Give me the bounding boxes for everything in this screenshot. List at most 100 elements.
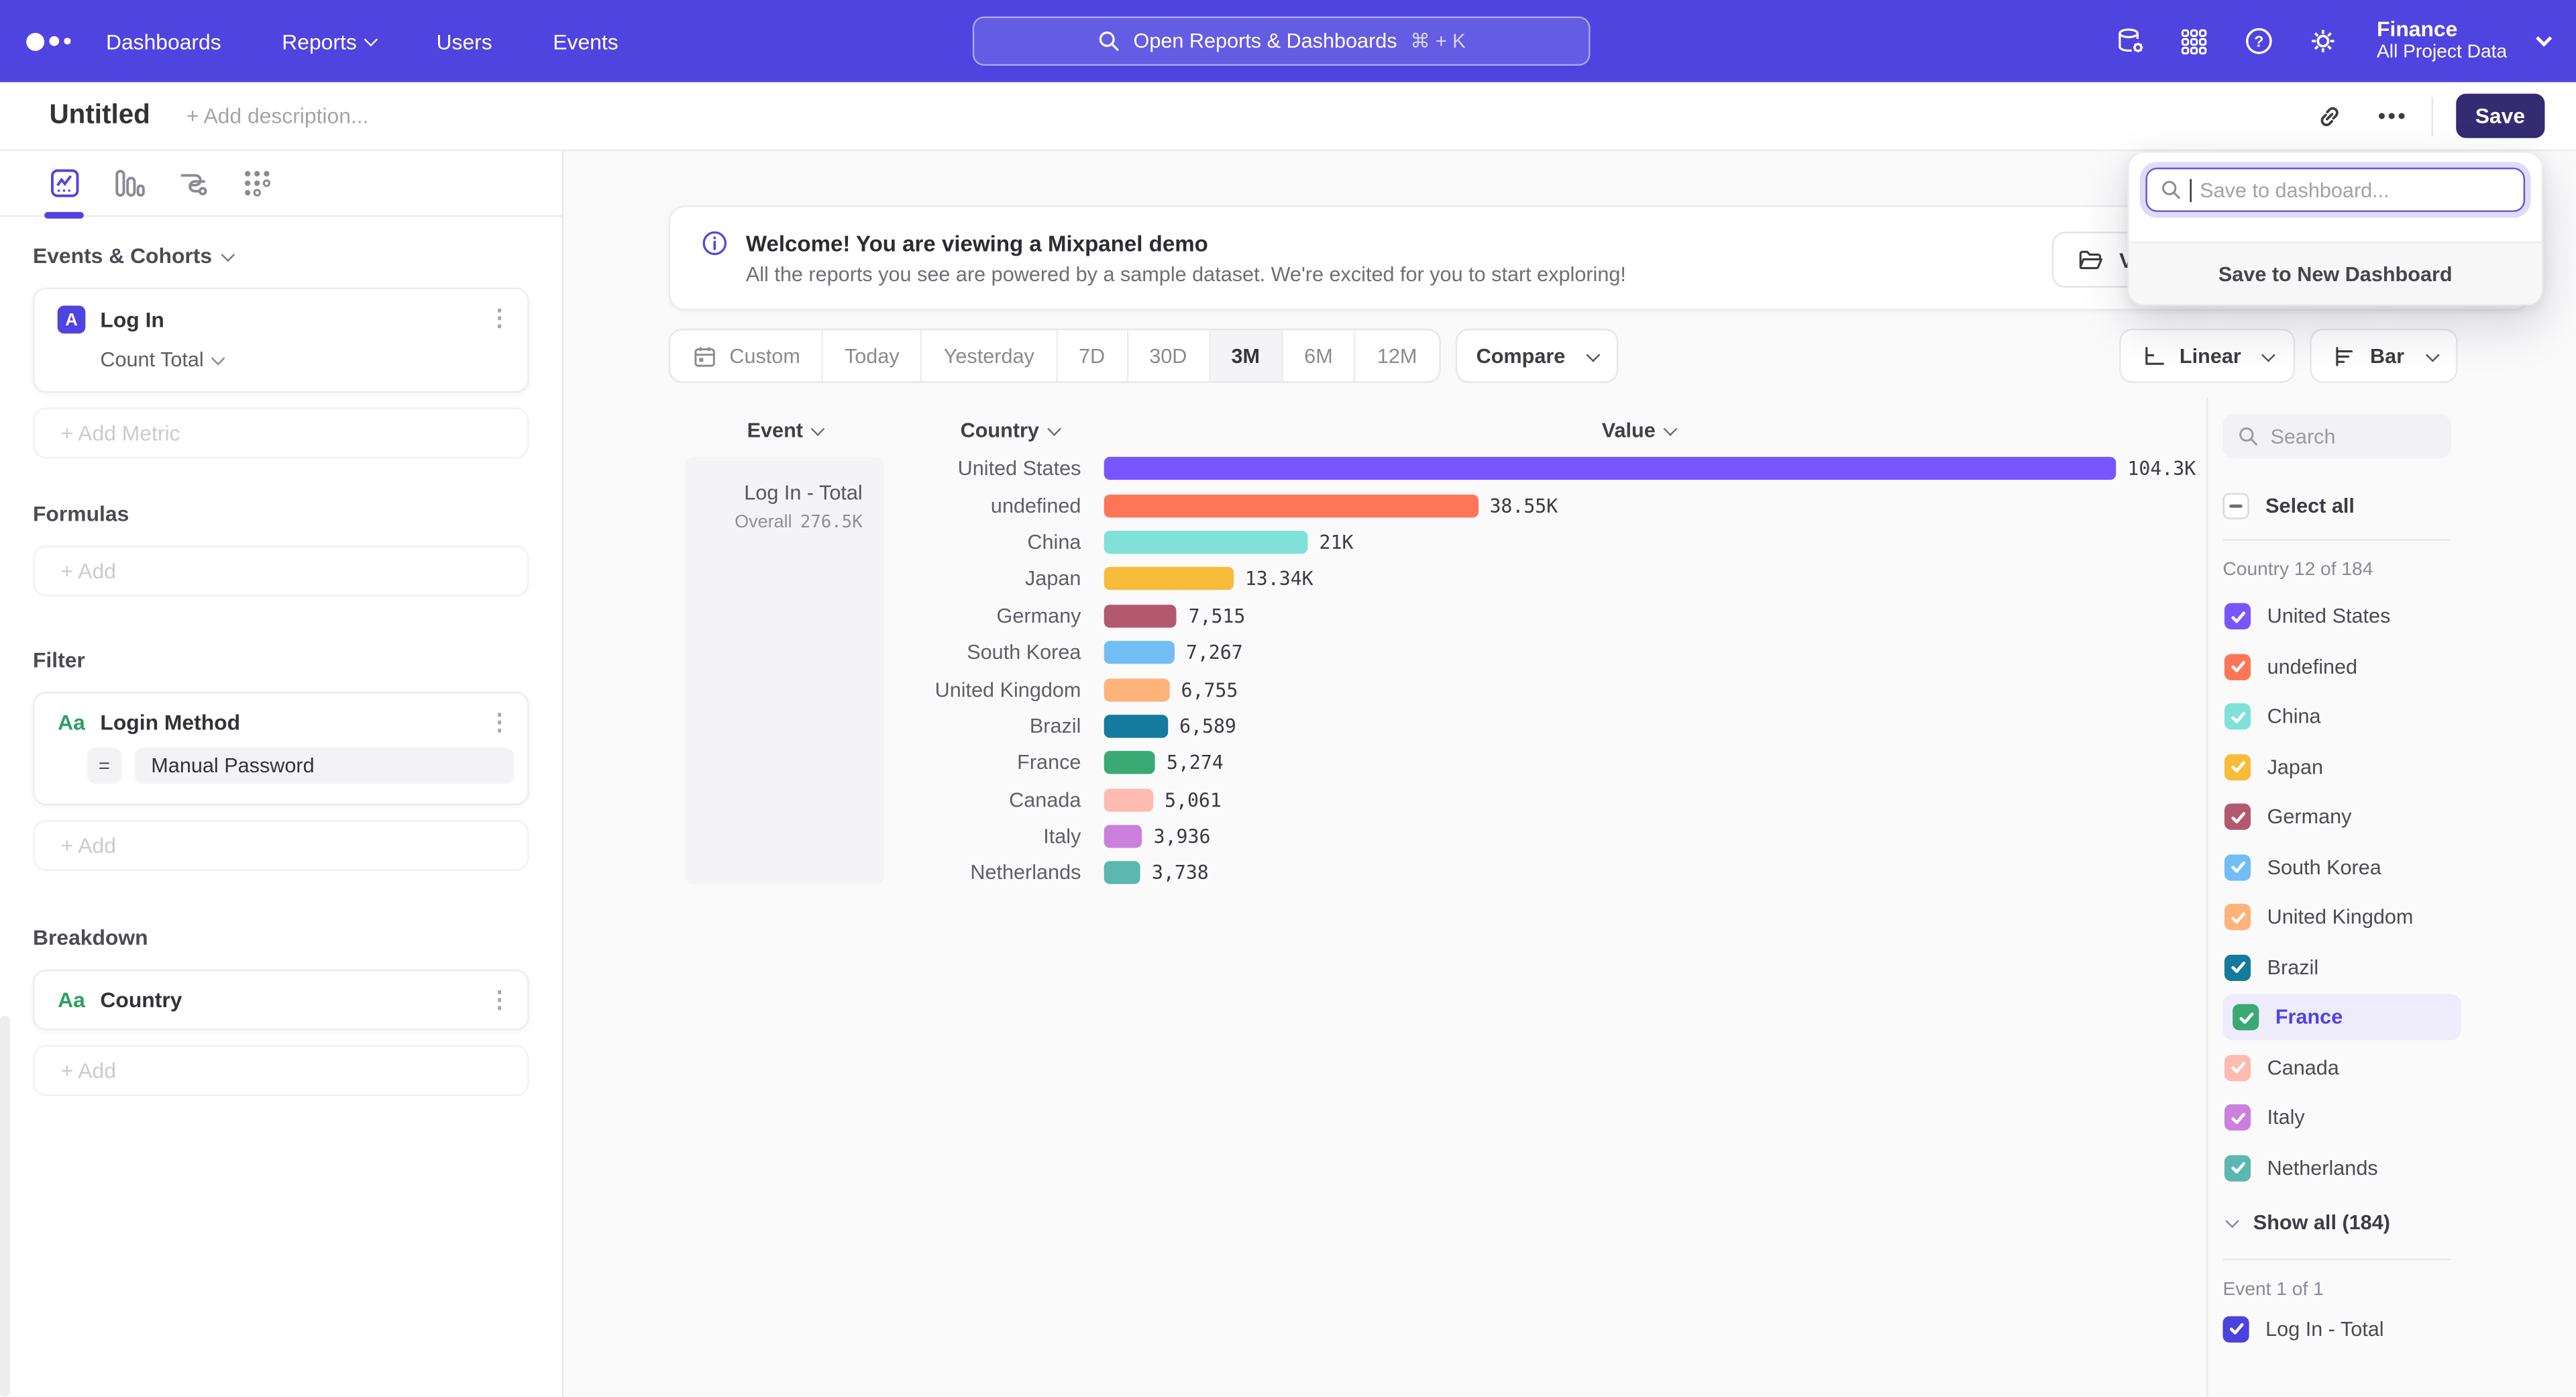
date-range-3m[interactable]: 3M xyxy=(1210,330,1283,381)
add-description-button[interactable]: + Add description... xyxy=(186,103,369,128)
select-all-checkbox[interactable] xyxy=(2222,493,2249,519)
bar-united-states[interactable] xyxy=(1104,457,2116,480)
legend-item-south-korea[interactable]: South Korea xyxy=(2222,844,2456,890)
chart-row-france: France5,274 xyxy=(564,745,2206,782)
event-checkbox[interactable] xyxy=(2222,1315,2249,1341)
metric-aggregation-dropdown[interactable]: Count Total xyxy=(100,348,504,371)
metric-card[interactable]: A Log In ⋮ Count Total xyxy=(33,288,529,393)
project-switcher[interactable]: Finance All Project Data xyxy=(2377,18,2507,64)
filter-value-input[interactable]: Manual Password xyxy=(135,747,515,784)
add-breakdown-button[interactable]: + Add xyxy=(33,1045,529,1096)
breakdown-kebab-menu-icon[interactable]: ⋮ xyxy=(488,988,511,1011)
legend-item-japan[interactable]: Japan xyxy=(2222,743,2456,790)
tab-insights[interactable] xyxy=(46,165,83,201)
help-icon[interactable]: ? xyxy=(2242,25,2275,58)
add-metric-button[interactable]: + Add Metric xyxy=(33,407,529,458)
select-all-row[interactable]: Select all xyxy=(2222,493,2576,519)
legend-item-france[interactable]: France xyxy=(2222,994,2461,1041)
report-title[interactable]: Untitled xyxy=(49,100,150,132)
filter-property-name[interactable]: Login Method xyxy=(100,710,240,735)
legend-item-italy[interactable]: Italy xyxy=(2222,1094,2456,1141)
legend-item-undefined[interactable]: undefined xyxy=(2222,643,2456,690)
add-filter-button[interactable]: + Add xyxy=(33,820,529,871)
show-all-button[interactable]: Show all (184) xyxy=(2222,1210,2576,1233)
bar-south-korea[interactable] xyxy=(1104,641,1175,664)
column-header-value[interactable]: Value xyxy=(1602,419,1674,442)
bar-germany[interactable] xyxy=(1104,605,1177,627)
legend-checkbox[interactable] xyxy=(2224,804,2251,830)
legend-item-canada[interactable]: Canada xyxy=(2222,1044,2456,1090)
bar-united-kingdom[interactable] xyxy=(1104,678,1170,701)
metric-event-name[interactable]: Log In xyxy=(100,307,164,332)
bar-canada[interactable] xyxy=(1104,788,1153,811)
filter-operator-chip[interactable]: = xyxy=(87,747,121,784)
column-header-event[interactable]: Event xyxy=(685,419,883,442)
breakdown-property-name[interactable]: Country xyxy=(100,988,182,1013)
legend-checkbox[interactable] xyxy=(2224,703,2251,729)
apps-grid-icon[interactable] xyxy=(2178,25,2211,58)
legend-checkbox[interactable] xyxy=(2224,954,2251,980)
tab-flows[interactable] xyxy=(174,165,211,201)
nav-item-dashboards[interactable]: Dashboards xyxy=(106,29,221,54)
bar-china[interactable] xyxy=(1104,531,1308,554)
save-to-new-dashboard-button[interactable]: Save to New Dashboard xyxy=(2129,242,2542,304)
column-header-country[interactable]: Country xyxy=(859,419,1058,442)
global-search-button[interactable]: Open Reports & Dashboards ⌘ + K xyxy=(973,16,1591,65)
dashboard-search-input[interactable]: Save to dashboard... xyxy=(2145,168,2525,212)
legend-item-brazil[interactable]: Brazil xyxy=(2222,944,2456,990)
date-range-7d[interactable]: 7D xyxy=(1057,330,1128,381)
sidebar-scrollbar[interactable] xyxy=(0,1015,10,1396)
breakdown-card[interactable]: Aa Country ⋮ xyxy=(33,970,529,1031)
date-range-yesterday[interactable]: Yesterday xyxy=(922,330,1057,381)
chart-type-dropdown[interactable]: Bar xyxy=(2309,329,2457,383)
legend-item-netherlands[interactable]: Netherlands xyxy=(2222,1145,2456,1191)
bar-netherlands[interactable] xyxy=(1104,862,1140,884)
date-range-6m[interactable]: 6M xyxy=(1283,330,1356,381)
project-chevron-down-icon[interactable] xyxy=(2536,30,2552,46)
date-range-control: CustomTodayYesterday7D30D3M6M12M xyxy=(669,329,1440,383)
legend-checkbox[interactable] xyxy=(2224,853,2251,880)
date-range-today[interactable]: Today xyxy=(823,330,922,381)
legend-checkbox[interactable] xyxy=(2224,1154,2251,1180)
legend-checkbox[interactable] xyxy=(2224,653,2251,679)
nav-item-events[interactable]: Events xyxy=(553,29,618,54)
bar-undefined[interactable] xyxy=(1104,494,1479,517)
tab-retention[interactable] xyxy=(238,165,274,201)
date-range-12m[interactable]: 12M xyxy=(1356,330,1438,381)
date-range-custom[interactable]: Custom xyxy=(670,330,823,381)
legend-item-united-kingdom[interactable]: United Kingdom xyxy=(2222,894,2456,940)
copy-link-icon[interactable] xyxy=(2312,98,2349,134)
tab-funnels[interactable] xyxy=(110,165,146,201)
events-section-label[interactable]: Events & Cohorts xyxy=(33,243,529,268)
bar-france[interactable] xyxy=(1104,752,1155,774)
filter-kebab-menu-icon[interactable]: ⋮ xyxy=(488,710,511,733)
bar-italy[interactable] xyxy=(1104,825,1142,848)
date-range-30d[interactable]: 30D xyxy=(1128,330,1210,381)
nav-item-reports[interactable]: Reports xyxy=(282,29,376,54)
legend-item-germany[interactable]: Germany xyxy=(2222,794,2456,840)
data-management-icon[interactable] xyxy=(2114,25,2147,58)
add-formula-button[interactable]: + Add xyxy=(33,546,529,597)
mixpanel-logo-icon[interactable] xyxy=(26,32,70,50)
event-count-label: Event 1 of 1 xyxy=(2222,1280,2576,1299)
bar-brazil[interactable] xyxy=(1104,715,1168,737)
legend-item-china[interactable]: China xyxy=(2222,693,2456,739)
chart-scale-dropdown[interactable]: Linear xyxy=(2118,329,2294,383)
more-actions-icon[interactable]: ••• xyxy=(2378,103,2408,128)
compare-button[interactable]: Compare xyxy=(1455,329,1619,383)
bar-japan[interactable] xyxy=(1104,568,1234,590)
legend-checkbox[interactable] xyxy=(2224,1104,2251,1131)
legend-search-input[interactable]: Search xyxy=(2222,414,2451,458)
legend-item-united-states[interactable]: United States xyxy=(2222,593,2456,639)
legend-checkbox[interactable] xyxy=(2233,1004,2259,1030)
legend-checkbox[interactable] xyxy=(2224,754,2251,780)
metric-kebab-menu-icon[interactable]: ⋮ xyxy=(488,306,511,329)
settings-gear-icon[interactable] xyxy=(2306,25,2339,58)
legend-checkbox[interactable] xyxy=(2224,904,2251,930)
legend-event-item[interactable]: Log In - Total xyxy=(2222,1315,2576,1341)
legend-checkbox[interactable] xyxy=(2224,603,2251,629)
filter-card[interactable]: Aa Login Method ⋮ = Manual Password xyxy=(33,692,529,805)
save-button[interactable]: Save xyxy=(2455,94,2544,138)
nav-item-users[interactable]: Users xyxy=(437,29,492,54)
legend-checkbox[interactable] xyxy=(2224,1054,2251,1080)
